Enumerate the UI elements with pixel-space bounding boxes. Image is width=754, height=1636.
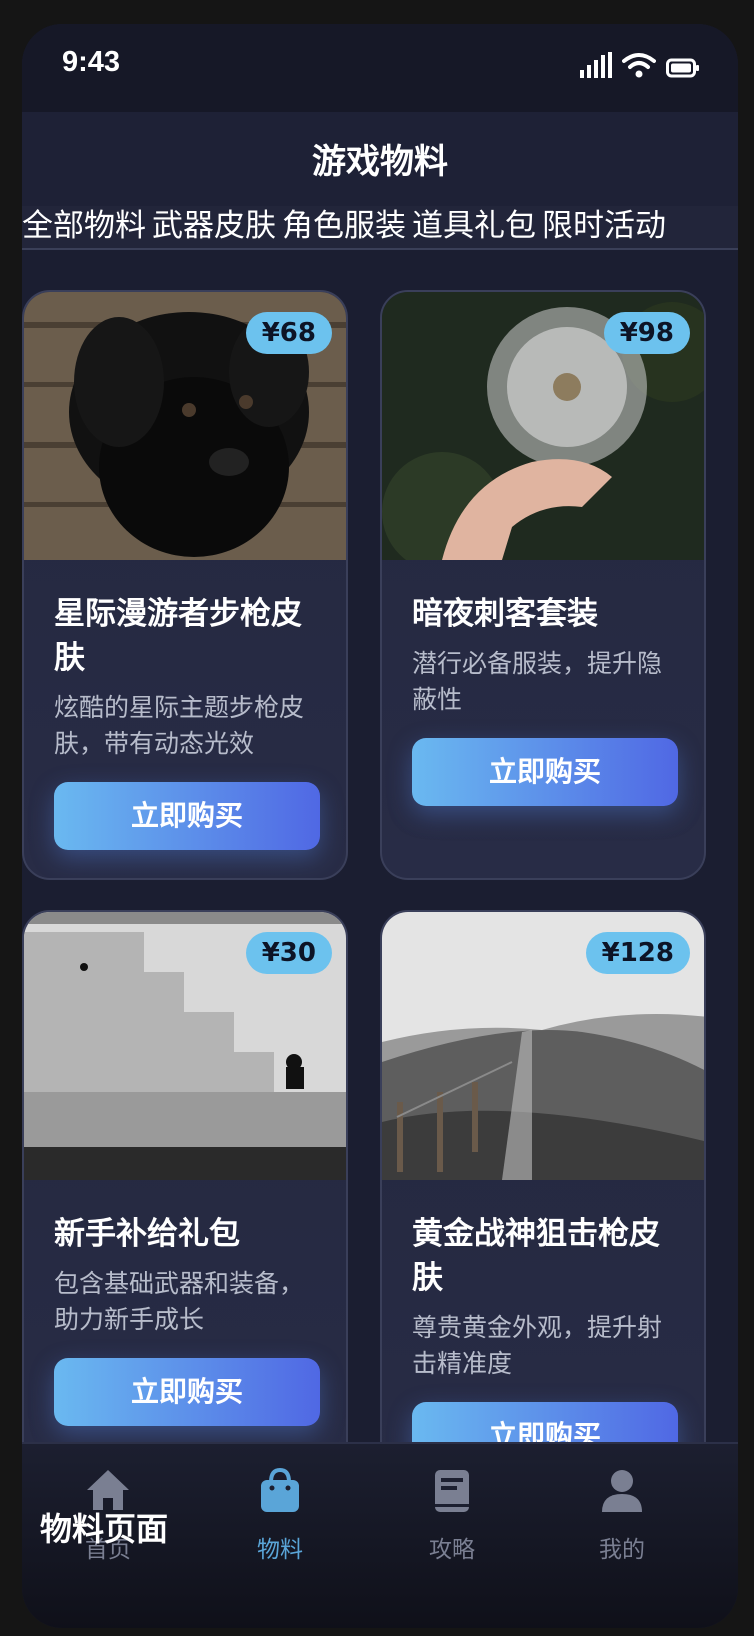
nav-label-guides: 攻略	[429, 1537, 475, 1563]
battery-icon	[666, 58, 699, 78]
user-icon	[602, 1470, 642, 1512]
price-badge: ¥30	[245, 932, 332, 974]
buy-now-button[interactable]: 立即购买	[412, 738, 678, 806]
product-image-stone-stairs: ¥30	[24, 912, 346, 1180]
product-image-dandelion: ¥98	[382, 292, 704, 560]
nav-item-materials[interactable]: 物料	[220, 1466, 340, 1564]
product-description: 包含基础武器和装备，助力新手成长	[54, 1269, 305, 1334]
status-time: 9:43	[62, 46, 121, 78]
signal-icon	[580, 52, 612, 78]
filter-tab-item-packs[interactable]: 道具礼包	[412, 206, 536, 246]
filter-tab-limited-events[interactable]: 限时活动	[542, 206, 666, 246]
product-description: 炫酷的星际主题步枪皮肤，带有动态光效	[54, 693, 305, 758]
phone-screen: 9:43 游戏物料 全部物料 武器皮肤 角色服装 道具礼包 限时活动 ¥68 星…	[22, 24, 738, 1628]
product-title: 暗夜刺客套装	[412, 596, 598, 632]
product-card[interactable]: ¥30 新手补给礼包 包含基础武器和装备，助力新手成长 立即购买	[22, 910, 348, 1466]
product-description: 潜行必备服装，提升隐蔽性	[412, 649, 663, 714]
status-icons	[580, 52, 700, 78]
page-title: 游戏物料	[312, 142, 448, 182]
book-icon	[435, 1470, 469, 1512]
price-badge: ¥128	[585, 932, 690, 974]
product-description: 尊贵黄金外观，提升射击精准度	[412, 1313, 663, 1378]
filter-tabs: 全部物料 武器皮肤 角色服装 道具礼包 限时活动	[22, 206, 738, 250]
product-image-black-puppy: ¥68	[24, 292, 346, 560]
price-badge: ¥98	[603, 312, 690, 354]
product-card[interactable]: ¥128 黄金战神狙击枪皮肤 尊贵黄金外观，提升射击精准度 立即购买	[380, 910, 706, 1466]
page-label: 物料页面	[40, 1510, 169, 1548]
product-card[interactable]: ¥98 暗夜刺客套装 潜行必备服装，提升隐蔽性 立即购买	[380, 290, 706, 880]
status-bar: 9:43	[22, 24, 738, 112]
wifi-icon	[622, 53, 656, 78]
price-badge: ¥68	[245, 312, 332, 354]
product-image-hill-fence-path: ¥128	[382, 912, 704, 1180]
filter-tab-all[interactable]: 全部物料	[22, 206, 146, 246]
bag-icon	[261, 1467, 299, 1512]
buy-now-button[interactable]: 立即购买	[54, 782, 320, 850]
nav-item-guides[interactable]: 攻略	[392, 1466, 512, 1564]
nav-label-materials: 物料	[257, 1537, 303, 1563]
product-card[interactable]: ¥68 星际漫游者步枪皮肤 炫酷的星际主题步枪皮肤，带有动态光效 立即购买	[22, 290, 348, 880]
nav-label-profile: 我的	[599, 1537, 645, 1563]
product-title: 星际漫游者步枪皮肤	[54, 596, 302, 676]
product-grid: ¥68 星际漫游者步枪皮肤 炫酷的星际主题步枪皮肤，带有动态光效 立即购买 ¥9…	[22, 290, 738, 1466]
filter-tab-weapon-skins[interactable]: 武器皮肤	[152, 206, 276, 246]
product-title: 黄金战神狙击枪皮肤	[412, 1216, 660, 1296]
filter-tab-costumes[interactable]: 角色服装	[282, 206, 406, 246]
page-header: 游戏物料	[22, 112, 738, 206]
product-title: 新手补给礼包	[54, 1216, 240, 1252]
buy-now-button[interactable]: 立即购买	[54, 1358, 320, 1426]
nav-item-profile[interactable]: 我的	[562, 1466, 682, 1564]
